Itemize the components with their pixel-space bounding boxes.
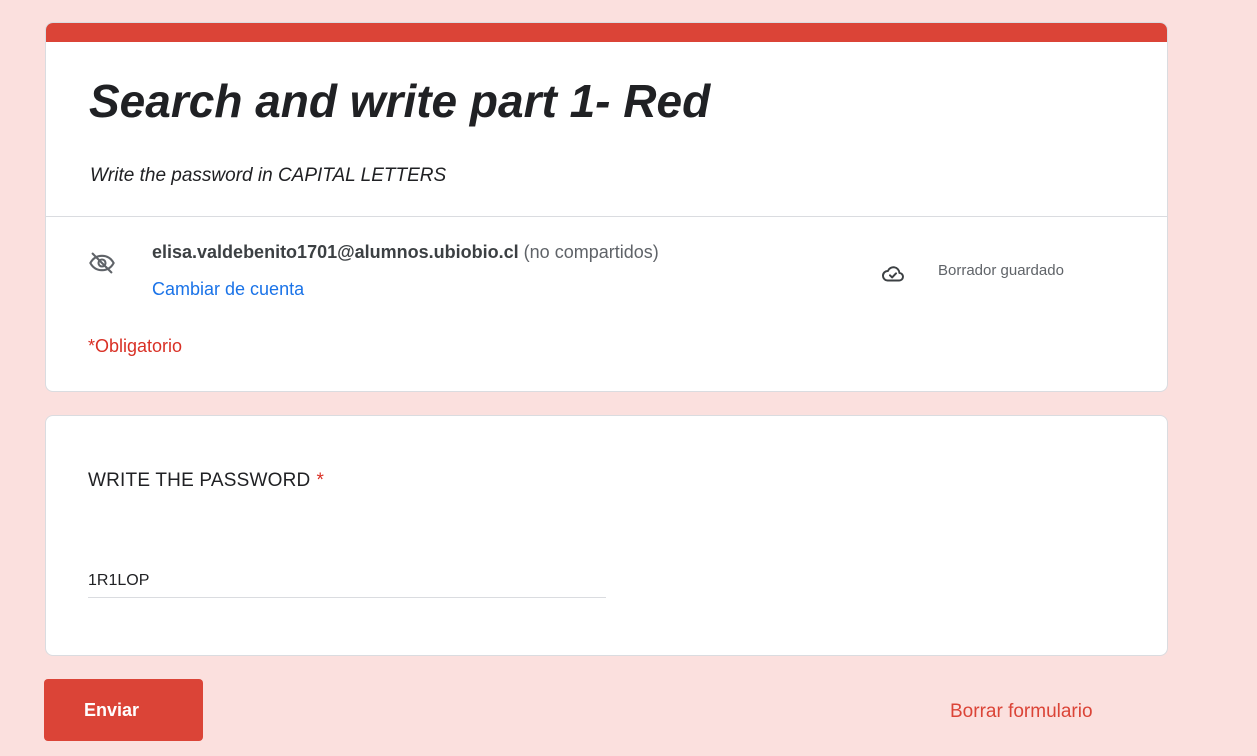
required-note: *Obligatorio xyxy=(88,336,183,356)
account-info: elisa.valdebenito1701@alumnos.ubiobio.cl… xyxy=(152,240,659,264)
question-label: WRITE THE PASSWORD xyxy=(88,470,311,491)
form-header-card: Search and write part 1- Red Write the p… xyxy=(45,22,1168,392)
cloud-check-icon xyxy=(880,261,906,287)
password-answer-input[interactable] xyxy=(88,564,606,598)
question-card: WRITE THE PASSWORD * xyxy=(45,415,1168,656)
clear-form-button[interactable]: Borrar formulario xyxy=(950,700,1093,724)
header-divider xyxy=(46,216,1167,217)
question-title: WRITE THE PASSWORD * xyxy=(88,468,324,494)
switch-account-link[interactable]: Cambiar de cuenta xyxy=(152,277,304,301)
submit-button[interactable]: Enviar xyxy=(44,679,203,741)
form-description: Write the password in CAPITAL LETTERS xyxy=(90,165,447,186)
required-asterisk: * xyxy=(316,470,325,491)
form-title: Search and write part 1- Red xyxy=(89,75,711,127)
eye-off-icon xyxy=(88,249,116,277)
accent-bar xyxy=(46,23,1167,42)
draft-saved-status: Borrador guardado xyxy=(938,262,1064,279)
account-shared-status: (no compartidos) xyxy=(523,242,659,262)
account-email: elisa.valdebenito1701@alumnos.ubiobio.cl xyxy=(152,242,519,262)
